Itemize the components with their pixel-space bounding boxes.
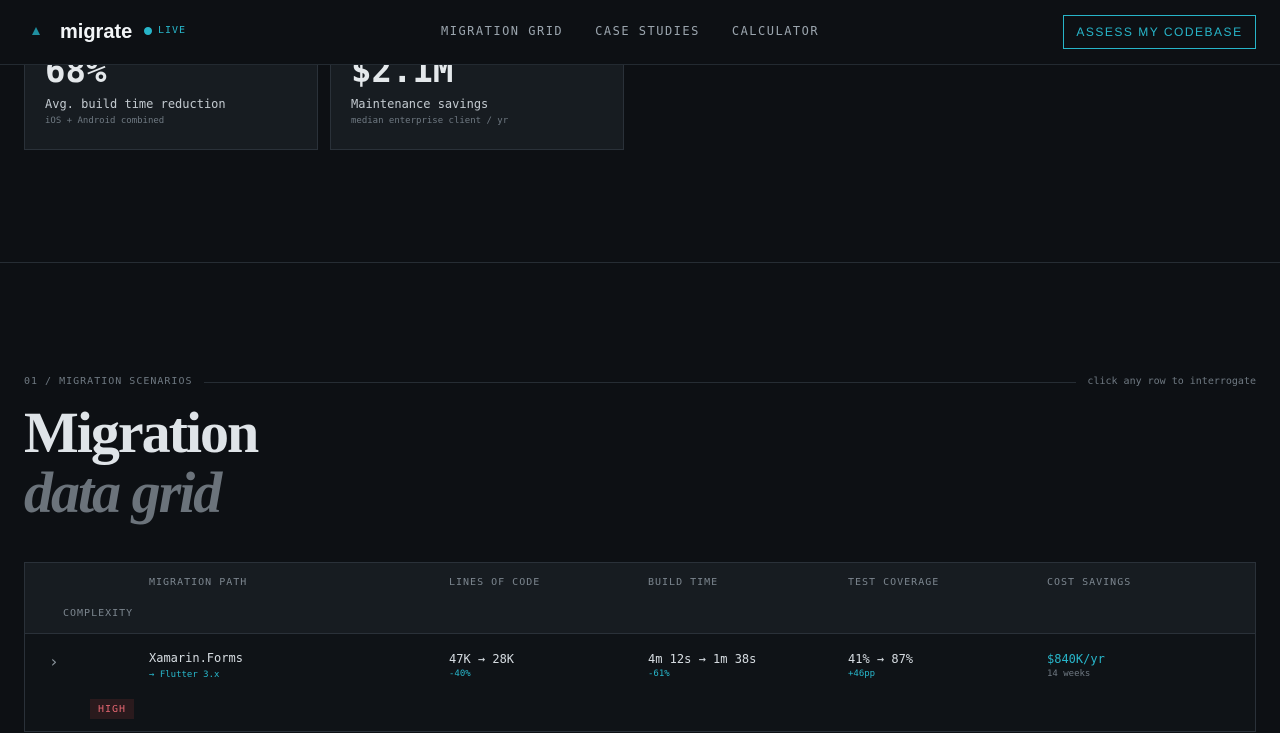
section-rule	[204, 382, 1076, 383]
column-header-build-time[interactable]: BUILD TIME	[648, 577, 718, 589]
stat-sublabel: median enterprise client / yr	[351, 116, 509, 126]
test-coverage-value: 41% → 87%	[848, 652, 914, 666]
migration-from: Xamarin.Forms	[149, 651, 243, 665]
column-header-complexity[interactable]: COMPLEXITY	[63, 608, 133, 620]
migration-data-grid: MIGRATION PATH LINES OF CODE BUILD TIME …	[24, 562, 1256, 732]
section-tag: 01 / MIGRATION SCENARIOS	[24, 376, 193, 387]
triangle-logo-icon	[32, 27, 40, 35]
chevron-right-icon[interactable]: ›	[49, 654, 61, 670]
migration-to: → Flutter 3.x	[149, 670, 220, 680]
build-time-value: 4m 12s → 1m 38s	[648, 652, 757, 666]
section-hint: click any row to interrogate	[1087, 376, 1256, 387]
section-divider	[0, 262, 1280, 263]
top-nav: migrate LIVE MIGRATION GRID CASE STUDIES…	[0, 0, 1280, 65]
test-coverage-delta: +46pp	[848, 669, 876, 679]
section-title: Migration	[24, 400, 259, 465]
column-header-test-coverage[interactable]: TEST COVERAGE	[848, 577, 939, 589]
lines-of-code-value: 47K → 28K	[449, 652, 515, 666]
complexity-badge: HIGH	[90, 699, 134, 719]
live-status-label: LIVE	[158, 25, 187, 36]
migration-duration: 14 weeks	[1047, 669, 1091, 679]
section-title-italic: data grid	[24, 460, 222, 525]
grid-header: MIGRATION PATH LINES OF CODE BUILD TIME …	[25, 563, 1255, 634]
column-header-lines-of-code[interactable]: LINES OF CODE	[449, 577, 540, 589]
nav-link-calculator[interactable]: CALCULATOR	[732, 24, 819, 38]
build-time-delta: -61%	[648, 669, 670, 679]
column-header-migration-path[interactable]: MIGRATION PATH	[149, 577, 247, 589]
live-status-dot-icon	[144, 27, 152, 35]
cost-savings-value: $840K/yr	[1047, 652, 1105, 666]
brand-name[interactable]: migrate	[60, 20, 132, 44]
nav-link-migration-grid[interactable]: MIGRATION GRID	[441, 24, 563, 38]
stat-label: Maintenance savings	[351, 97, 489, 111]
nav-link-case-studies[interactable]: CASE STUDIES	[595, 24, 700, 38]
nav-links: MIGRATION GRID CASE STUDIES CALCULATOR	[441, 24, 819, 38]
lines-of-code-delta: -40%	[449, 669, 471, 679]
table-row[interactable]	[25, 635, 1255, 733]
column-header-cost-savings[interactable]: COST SAVINGS	[1047, 577, 1131, 589]
assess-codebase-button[interactable]: ASSESS MY CODEBASE	[1063, 15, 1256, 49]
stat-sublabel: iOS + Android combined	[45, 116, 165, 126]
stat-label: Avg. build time reduction	[45, 97, 226, 111]
